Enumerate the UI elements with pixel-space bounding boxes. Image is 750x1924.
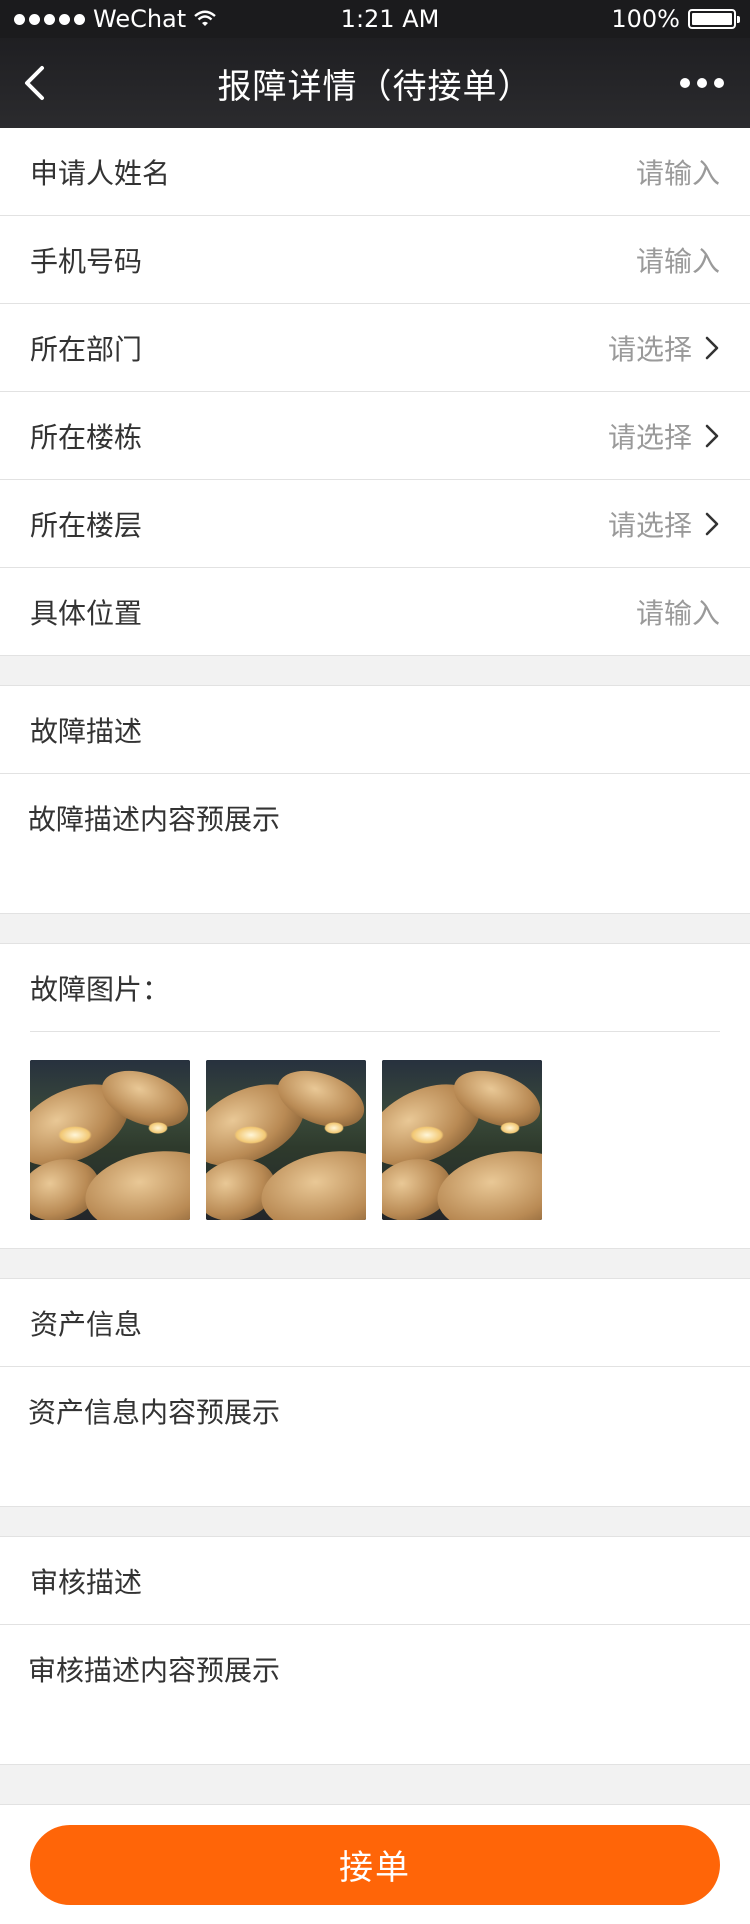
review-desc-content: 审核描述内容预展示: [0, 1625, 750, 1765]
battery-percent: 100%: [611, 5, 680, 33]
form-row[interactable]: 手机号码 请输入: [0, 216, 750, 304]
asset-info-content: 资产信息内容预展示: [0, 1367, 750, 1507]
more-menu-button[interactable]: [680, 38, 724, 128]
section-divider: [0, 914, 750, 944]
chevron-right-icon: [704, 423, 720, 449]
form-row[interactable]: 所在楼栋 请选择: [0, 392, 750, 480]
status-bar: WeChat 1:21 AM 100%: [0, 0, 750, 38]
form-row-input[interactable]: 请输入: [636, 592, 720, 632]
bottom-action-bar: 接单: [0, 1804, 750, 1924]
section-divider: [0, 1249, 750, 1279]
form-row[interactable]: 所在部门 请选择: [0, 304, 750, 392]
form-row[interactable]: 申请人姓名 请输入: [0, 128, 750, 216]
page-title: 报障详情（待接单）: [217, 66, 533, 107]
form-row[interactable]: 所在楼层 请选择: [0, 480, 750, 568]
form-row-select[interactable]: 请选择: [608, 328, 692, 368]
form-row-input[interactable]: 请输入: [636, 152, 720, 192]
wifi-icon: [194, 10, 216, 26]
nav-bar: 报障详情（待接单）: [0, 38, 750, 128]
form-row-label: 所在部门: [30, 332, 143, 366]
chevron-left-icon: [25, 66, 44, 100]
fault-photos-section: 故障图片：: [0, 944, 750, 1249]
chevron-right-icon: [704, 335, 720, 361]
asset-info-title: 资产信息: [0, 1279, 750, 1367]
page-content: 申请人姓名 请输入 手机号码 请输入 所在部门 请选择 所在楼栋 请选择 所在楼层 请选择 具体位置…: [0, 128, 750, 1765]
section-divider: [0, 656, 750, 686]
form-row-label: 申请人姓名: [30, 156, 171, 190]
accept-order-button[interactable]: 接单: [30, 1824, 720, 1905]
fault-desc-title: 故障描述: [0, 686, 750, 774]
more-dots-icon: [680, 78, 690, 88]
status-time: 1:21 AM: [340, 5, 440, 33]
fault-photos-title: 故障图片：: [30, 944, 720, 1032]
form-row-label: 所在楼层: [30, 508, 143, 542]
fault-desc-content: 故障描述内容预展示: [0, 774, 750, 914]
fault-photo-thumbnail[interactable]: [30, 1060, 190, 1220]
form-row-label: 所在楼栋: [30, 420, 143, 454]
form-row-label: 手机号码: [30, 244, 143, 278]
back-button[interactable]: [4, 38, 64, 128]
fault-photo-thumbnail[interactable]: [382, 1060, 542, 1220]
carrier-name: WeChat: [93, 5, 187, 33]
form-fields: 申请人姓名 请输入 手机号码 请输入 所在部门 请选择 所在楼栋 请选择 所在楼层 请选择 具体位置…: [0, 128, 750, 656]
battery-icon: [688, 9, 740, 29]
review-desc-title: 审核描述: [0, 1537, 750, 1625]
form-row[interactable]: 具体位置 请输入: [0, 568, 750, 656]
signal-dots-icon: [14, 13, 85, 25]
chevron-right-icon: [704, 511, 720, 537]
fault-photo-thumbnail[interactable]: [206, 1060, 366, 1220]
form-row-select[interactable]: 请选择: [608, 504, 692, 544]
form-row-label: 具体位置: [30, 596, 143, 630]
form-row-select[interactable]: 请选择: [608, 416, 692, 456]
fault-photos-list: [0, 1032, 750, 1248]
section-divider: [0, 1507, 750, 1537]
form-row-input[interactable]: 请输入: [636, 240, 720, 280]
